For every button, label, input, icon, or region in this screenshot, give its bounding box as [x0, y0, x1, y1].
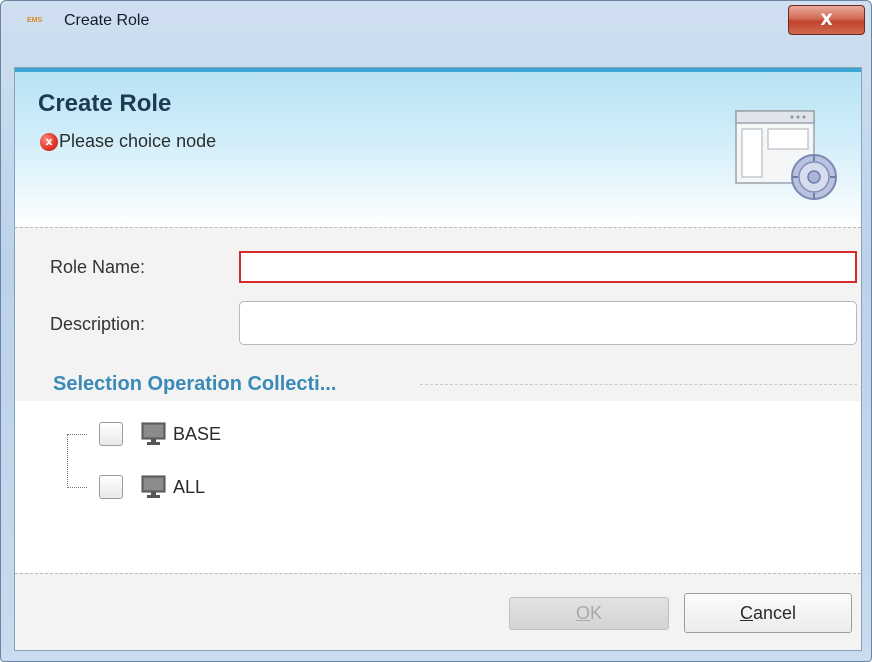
tree-node-label: ALL [173, 476, 206, 497]
all-checkbox[interactable] [99, 475, 123, 499]
dialog-body: Create Role x Please choice node Role Na… [14, 67, 862, 651]
base-checkbox[interactable] [99, 422, 123, 446]
window-settings-icon [735, 110, 837, 200]
monitor-icon [141, 475, 166, 498]
tree-connector [67, 434, 68, 488]
banner-divider [15, 227, 861, 228]
tree-node-base[interactable]: BASE [99, 422, 221, 446]
tree-node-label: BASE [173, 423, 222, 444]
tree-connector [67, 434, 87, 435]
validation-message: x Please choice node [40, 131, 216, 152]
ok-button[interactable]: OK [509, 597, 669, 630]
description-input[interactable] [239, 301, 857, 345]
role-name-label: Role Name: [50, 257, 146, 277]
tree-connector [67, 487, 87, 488]
cancel-label: ancel [752, 603, 797, 623]
window-title: Create Role [64, 12, 150, 29]
description-label: Description: [50, 314, 146, 334]
footer-divider [15, 573, 861, 574]
tree-node-all[interactable]: ALL [99, 475, 205, 499]
close-icon: X [820, 10, 833, 29]
operation-tree: BASE ALL [15, 401, 861, 573]
error-icon: x [40, 132, 58, 151]
ok-label: K [590, 603, 603, 623]
header-banner: Create Role x Please choice node [15, 68, 861, 227]
cancel-mnemonic: C [739, 603, 753, 623]
close-button[interactable]: X [788, 5, 865, 35]
create-role-window: EMS Create Role X Create Role x Please c… [0, 0, 872, 662]
monitor-icon [141, 422, 166, 445]
role-name-input[interactable] [239, 251, 857, 283]
ok-mnemonic: O [575, 603, 590, 623]
validation-message-text: Please choice node [59, 131, 217, 151]
section-title: Selection Operation Collecti... [53, 373, 345, 396]
banner-title: Create Role [38, 90, 172, 117]
cancel-button[interactable]: Cancel [684, 593, 852, 633]
section-divider [420, 384, 857, 385]
app-icon: EMS [27, 17, 43, 24]
title-bar[interactable]: EMS Create Role X [1, 1, 871, 39]
